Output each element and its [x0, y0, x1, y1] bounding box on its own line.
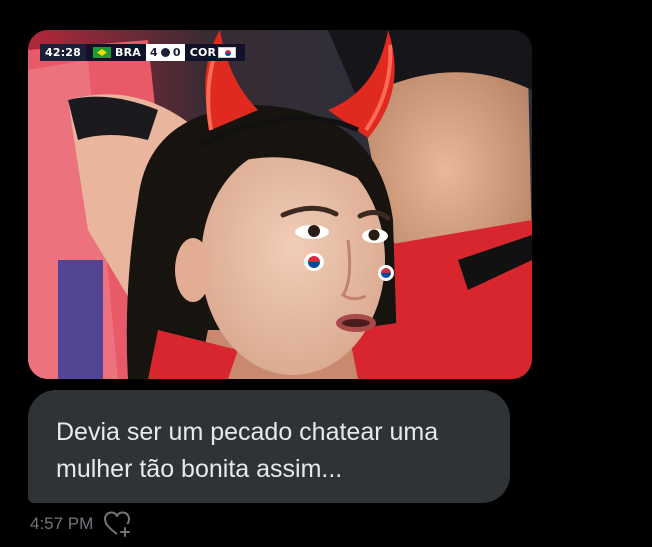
ball-icon: [160, 48, 170, 57]
message-image[interactable]: 42:28 BRA 4 0 COR: [28, 30, 532, 379]
message-meta: 4:57 PM: [30, 510, 135, 538]
message-text-line-1: Devia ser um pecado chatear uma: [56, 418, 439, 446]
message-bubble[interactable]: Devia ser um pecado chatear uma mulher t…: [28, 390, 510, 503]
message-timestamp: 4:57 PM: [30, 514, 94, 533]
home-team-name: BRA: [115, 46, 141, 59]
away-team: COR: [184, 44, 246, 61]
korea-flag-icon: [218, 47, 237, 58]
match-clock: 42:28: [40, 44, 87, 61]
heart-plus-icon[interactable]: [103, 510, 135, 538]
message-text-line-2: mulher tão bonita assim...: [56, 455, 343, 483]
away-team-name: COR: [189, 46, 217, 59]
fan-photo: [28, 30, 532, 379]
home-team: BRA: [86, 44, 146, 61]
previous-message-fragment: [330, 0, 370, 4]
match-scorebug: 42:28 BRA 4 0 COR: [40, 44, 246, 61]
away-score: 0: [172, 46, 181, 59]
brazil-flag-icon: [93, 47, 112, 58]
scoreline: 4 0: [145, 44, 185, 61]
home-score: 4: [149, 46, 158, 59]
